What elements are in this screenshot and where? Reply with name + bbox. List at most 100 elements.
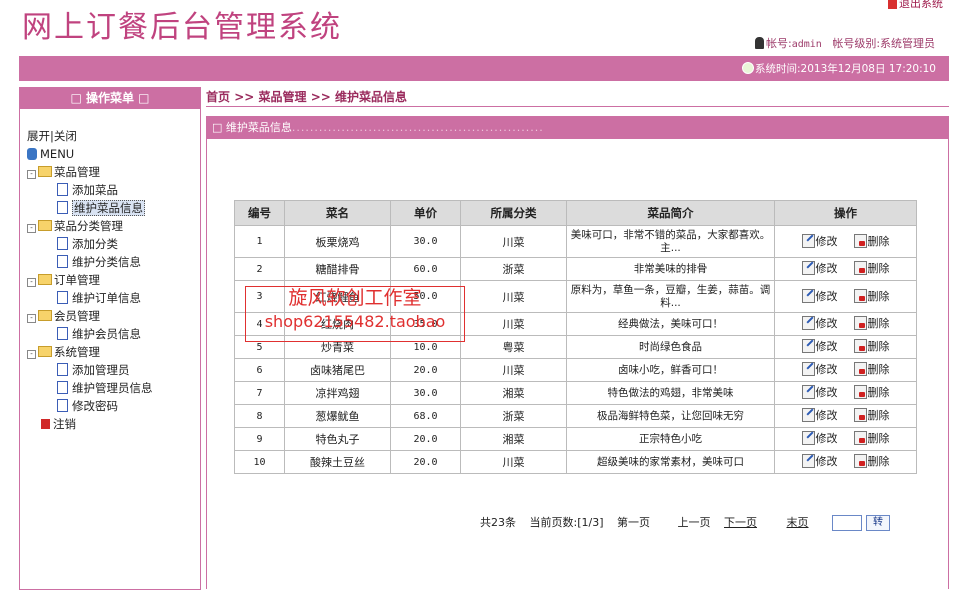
cell-actions: 修改 删除 — [774, 404, 917, 428]
menu-group-order[interactable]: 订单管理 — [54, 273, 100, 287]
page-icon — [57, 399, 68, 412]
cell-name: 酸辣土豆丝 — [284, 450, 391, 474]
edit-button[interactable]: 修改 — [801, 315, 838, 331]
cell-name: 凉拌鸡翅 — [284, 381, 391, 405]
collapse-all-link[interactable]: 关闭 — [54, 129, 77, 143]
delete-icon — [853, 316, 867, 330]
table-row: 6 卤味猪尾巴 20.0 川菜 卤味小吃，鲜香可口！ 修改 删除 — [234, 358, 917, 382]
cell-id: 2 — [234, 257, 285, 281]
delete-icon — [853, 408, 867, 422]
pager-first: 第一页 — [617, 516, 651, 529]
delete-button[interactable]: 删除 — [853, 338, 890, 354]
menu-add-admin[interactable]: 添加管理员 — [72, 363, 130, 377]
delete-icon — [853, 385, 867, 399]
cell-category: 浙菜 — [460, 257, 567, 281]
cell-category: 川菜 — [460, 225, 567, 258]
edit-icon — [801, 431, 815, 445]
breadcrumb-home[interactable]: 首页 — [206, 90, 230, 104]
cell-category: 湘菜 — [460, 381, 567, 405]
menu-maintain-category[interactable]: 维护分类信息 — [72, 255, 141, 269]
breadcrumb-level1: 菜品管理 — [258, 90, 307, 104]
delete-label: 删除 — [867, 234, 890, 248]
menu-add-category[interactable]: 添加分类 — [72, 237, 118, 251]
menu-tree: 展开|关闭 MENU - 菜品管理 添加菜品 维护菜品信息 - 菜品分类管理 添加分… — [27, 127, 153, 433]
cell-description: 极品海鲜特色菜，让您回味无穷 — [566, 404, 775, 428]
edit-icon — [801, 261, 815, 275]
go-button[interactable]: 转 — [866, 515, 891, 531]
delete-button[interactable]: 删除 — [853, 453, 890, 469]
table-row: 2 糖醋排骨 60.0 浙菜 非常美味的排骨 修改 删除 — [234, 257, 917, 281]
menu-header: □ 操作菜单 □ — [19, 87, 201, 109]
collapse-toggle-icon[interactable]: - — [27, 278, 36, 287]
account-info: 帐号:admin 帐号级别:系统管理员 — [755, 35, 935, 51]
cell-description: 经典做法，美味可口！ — [566, 312, 775, 336]
edit-button[interactable]: 修改 — [801, 430, 838, 446]
menu-group-category[interactable]: 菜品分类管理 — [54, 219, 123, 233]
delete-icon — [853, 454, 867, 468]
pager-last[interactable]: 末页 — [787, 516, 809, 529]
edit-button[interactable]: 修改 — [801, 453, 838, 469]
edit-button[interactable]: 修改 — [801, 338, 838, 354]
menu-group-system[interactable]: 系统管理 — [54, 345, 100, 359]
menu-group-member[interactable]: 会员管理 — [54, 309, 100, 323]
breadcrumb: 首页 >> 菜品管理 >> 维护菜品信息 — [206, 88, 407, 105]
delete-label: 删除 — [867, 409, 890, 422]
edit-button[interactable]: 修改 — [801, 288, 838, 304]
cell-description: 特色做法的鸡翅，非常美味 — [566, 381, 775, 405]
watermark-line2: shop62155482.taobao — [264, 312, 446, 331]
collapse-toggle-icon[interactable]: - — [27, 350, 36, 359]
menu-logout[interactable]: 注销 — [53, 417, 76, 431]
cell-id: 6 — [234, 358, 285, 382]
edit-button[interactable]: 修改 — [801, 384, 838, 400]
page-icon — [57, 201, 68, 214]
table-row: 9 特色丸子 20.0 湘菜 正宗特色小吃 修改 删除 — [234, 427, 917, 451]
pager-prev: 上一页 — [677, 516, 711, 529]
menu-maintain-admin[interactable]: 维护管理员信息 — [72, 381, 153, 395]
delete-button[interactable]: 删除 — [853, 384, 890, 400]
menu-maintain-dish[interactable]: 维护菜品信息 — [72, 200, 145, 216]
edit-button[interactable]: 修改 — [801, 361, 838, 377]
menu-maintain-member[interactable]: 维护会员信息 — [72, 327, 141, 341]
cell-description: 美味可口，非常不错的菜品，大家都喜欢。主... — [566, 225, 775, 258]
menu-change-password[interactable]: 修改密码 — [72, 399, 118, 413]
delete-button[interactable]: 删除 — [853, 407, 890, 423]
menu-maintain-order[interactable]: 维护订单信息 — [72, 291, 141, 305]
cell-actions: 修改 删除 — [774, 280, 917, 313]
delete-button[interactable]: 删除 — [853, 361, 890, 377]
delete-label: 删除 — [867, 289, 890, 303]
menu-add-dish[interactable]: 添加菜品 — [72, 183, 118, 197]
delete-icon — [853, 261, 867, 275]
cell-name: 葱爆鱿鱼 — [284, 404, 391, 428]
delete-button[interactable]: 删除 — [853, 315, 890, 331]
collapse-toggle-icon[interactable]: - — [27, 170, 36, 179]
cell-actions: 修改 删除 — [774, 381, 917, 405]
edit-button[interactable]: 修改 — [801, 260, 838, 276]
edit-label: 修改 — [815, 455, 838, 468]
cell-price: 20.0 — [390, 358, 461, 382]
delete-icon — [853, 339, 867, 353]
delete-button[interactable]: 删除 — [853, 260, 890, 276]
table-row: 8 葱爆鱿鱼 68.0 浙菜 极品海鲜特色菜，让您回味无穷 修改 删除 — [234, 404, 917, 428]
delete-icon — [853, 288, 867, 303]
pager-next[interactable]: 下一页 — [724, 516, 757, 529]
panel-title: □ 维护菜品信息 — [212, 121, 292, 134]
expand-all-link[interactable]: 展开 — [27, 129, 50, 143]
delete-button[interactable]: 删除 — [853, 288, 890, 304]
cell-actions: 修改 删除 — [774, 358, 917, 382]
logout-link[interactable]: 退出系统 — [888, 0, 943, 11]
edit-label: 修改 — [815, 386, 838, 399]
delete-label: 删除 — [867, 432, 890, 445]
delete-button[interactable]: 删除 — [853, 430, 890, 446]
delete-button[interactable]: 删除 — [853, 233, 890, 249]
menu-group-dish[interactable]: 菜品管理 — [54, 165, 100, 179]
edit-button[interactable]: 修改 — [801, 407, 838, 423]
collapse-toggle-icon[interactable]: - — [27, 314, 36, 323]
edit-icon — [801, 362, 815, 376]
collapse-toggle-icon[interactable]: - — [27, 224, 36, 233]
menu-root: MENU — [40, 147, 75, 161]
edit-button[interactable]: 修改 — [801, 233, 838, 249]
page-number-input[interactable] — [832, 515, 863, 531]
edit-icon — [801, 233, 815, 248]
edit-label: 修改 — [815, 409, 838, 422]
cell-description: 原料为，草鱼一条，豆瓣，生姜，蒜苗。调料... — [566, 280, 775, 313]
